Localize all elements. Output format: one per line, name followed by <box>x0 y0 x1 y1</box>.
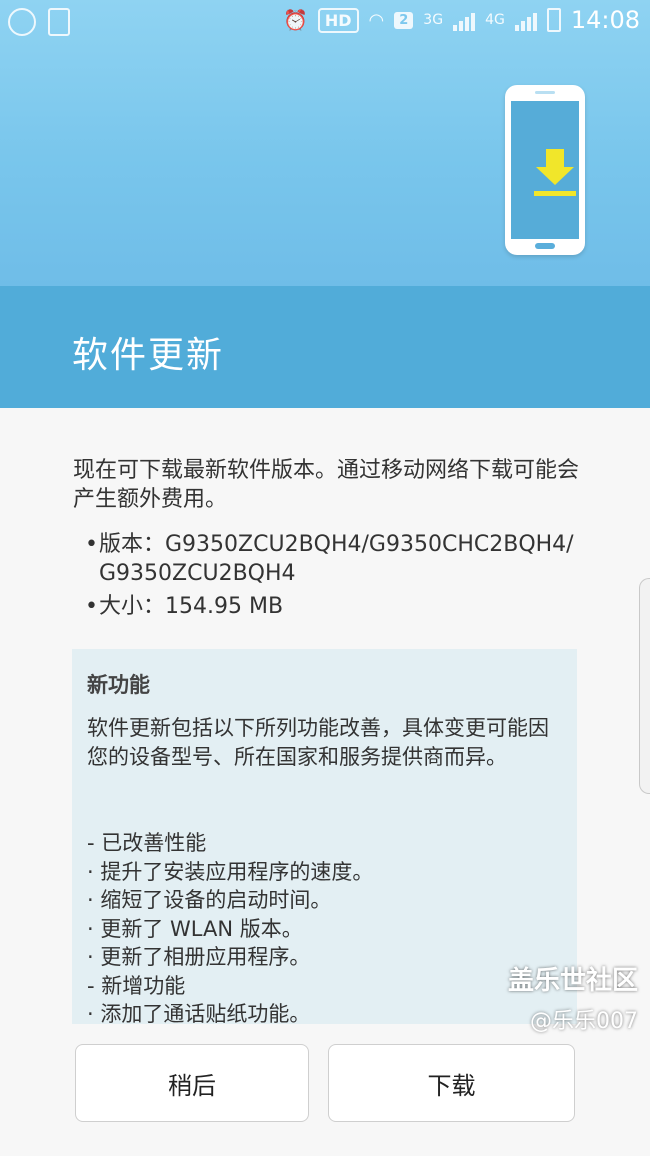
signal-1-icon <box>453 9 476 31</box>
network-3g-label: 3G <box>423 12 444 28</box>
sim-badge: 2 <box>394 11 414 29</box>
version-info: 版本：G9350ZCU2BQH4/G9350CHC2BQH4/ G9350ZCU… <box>99 532 574 586</box>
list-item: · 更新了相册应用程序。 <box>87 945 311 969</box>
navigation-icon <box>8 8 36 36</box>
battery-icon <box>546 8 561 32</box>
download-button[interactable]: 下载 <box>328 1044 575 1122</box>
status-bar: ⏰ HD ◠ 2 3G 4G 14:08 <box>0 0 650 44</box>
main-content: 现在可下载最新软件版本。通过移动网络下载可能会产生额外费用。 • 版本：G935… <box>0 408 650 1156</box>
list-item: · 更新了 WLAN 版本。 <box>87 916 303 941</box>
later-button[interactable]: 稍后 <box>75 1044 309 1122</box>
clock: 14:08 <box>570 6 640 34</box>
list-item: · 提升了安装应用程序的速度。 <box>87 859 374 884</box>
watermark-user: @乐乐007 <box>530 1009 638 1034</box>
watermark: 盖乐世社区 @乐乐007 <box>508 960 638 1035</box>
update-description: 现在可下载最新软件版本。通过移动网络下载可能会产生额外费用。 <box>73 458 580 512</box>
new-features-intro: 软件更新包括以下所列功能改善，具体变更可能因您的设备型号、所在国家和服务提供商而… <box>87 716 549 769</box>
bullet: • <box>85 594 98 619</box>
title-bar: 软件更新 <box>0 286 650 408</box>
size-info: 大小：154.95 MB <box>99 594 284 619</box>
watermark-title: 盖乐世社区 <box>507 966 638 996</box>
update-info: • 版本：G9350ZCU2BQH4/G9350CHC2BQH4/ G9350Z… <box>85 530 595 621</box>
bullet: • <box>85 532 98 557</box>
edge-panel-handle[interactable] <box>639 578 650 794</box>
new-features-title: 新功能 <box>87 673 150 697</box>
alarm-icon: ⏰ <box>282 8 308 32</box>
list-item: · 缩短了设备的启动时间。 <box>87 888 332 912</box>
wifi-icon: ◠ <box>368 9 385 31</box>
hd-badge: HD <box>317 7 359 33</box>
new-features-list: - 已改善性能 · 提升了安装应用程序的速度。 · 缩短了设备的启动时间。 · … <box>87 829 557 1024</box>
list-item: - 新增功能 <box>87 973 186 998</box>
network-4g-label: 4G <box>485 12 505 28</box>
list-item: · 添加了通话贴纸功能。 <box>87 1002 311 1024</box>
new-features-panel[interactable]: 新功能 软件更新包括以下所列功能改善，具体变更可能因您的设备型号、所在国家和服务… <box>72 649 577 1024</box>
clipboard-check-icon <box>48 8 70 36</box>
download-arrow-icon <box>534 149 576 196</box>
signal-2-icon <box>514 9 537 31</box>
phone-download-illustration <box>505 85 585 255</box>
header-illustration-area: ⏰ HD ◠ 2 3G 4G 14:08 <box>0 0 650 286</box>
list-item: - 已改善性能 <box>87 831 207 855</box>
page-title: 软件更新 <box>72 335 225 376</box>
